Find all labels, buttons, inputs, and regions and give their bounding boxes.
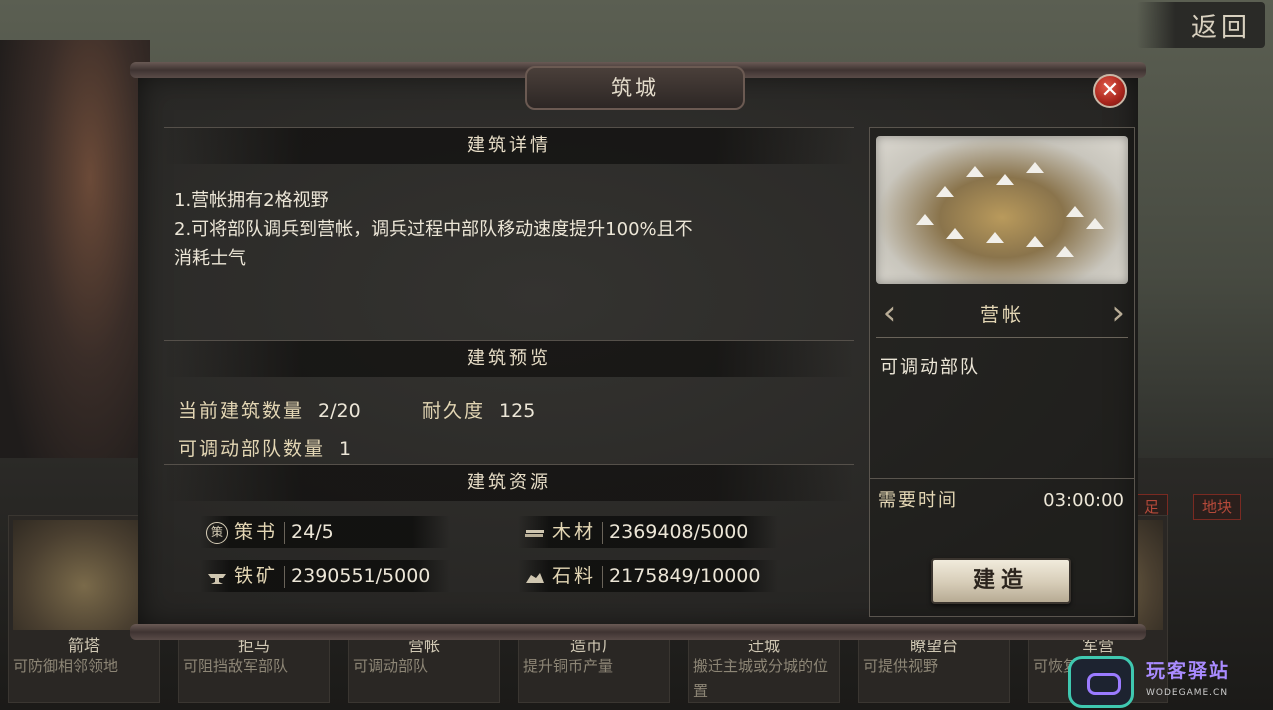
camp-building-image — [876, 136, 1128, 284]
section-title-details: 建筑详情 — [164, 127, 854, 164]
building-card-desc: 提升铜币产量 — [523, 657, 614, 675]
next-building-arrow-icon[interactable]: › — [1098, 293, 1128, 337]
resource-wood: 木材 2369408/5000 — [518, 516, 778, 548]
wood-icon — [524, 522, 546, 544]
build-time-row: 需要时间 03:00:00 — [870, 478, 1134, 523]
return-button[interactable]: 返回 — [1137, 2, 1265, 48]
resource-name: 石料 — [552, 565, 597, 587]
troops-stat: 可调动部队数量 1 — [178, 434, 351, 461]
construct-dialog: 建筑详情 1.营帐拥有2格视野 2.可将部队调兵到营帐，调兵过程中部队移动速度提… — [130, 62, 1146, 642]
watermark: 玩客驿站 WODEGAME.CN — [1066, 654, 1273, 710]
resource-name: 策书 — [234, 521, 279, 543]
building-card-desc: 可阻挡敌军部队 — [183, 657, 289, 675]
building-count-label: 当前建筑数量 — [178, 400, 305, 422]
build-time-label: 需要时间 — [878, 490, 958, 511]
stone-icon — [524, 566, 546, 588]
detail-line: 2.可将部队调兵到营帐，调兵过程中部队移动速度提升100%且不 — [174, 219, 693, 240]
building-count-value: 2/20 — [318, 400, 361, 422]
section-title-resources: 建筑资源 — [164, 464, 854, 501]
building-details-text: 1.营帐拥有2格视野 2.可将部队调兵到营帐，调兵过程中部队移动速度提升100%… — [174, 186, 854, 273]
general-portrait — [0, 40, 150, 500]
watermark-url: WODEGAME.CN — [1146, 688, 1229, 698]
dialog-panel: 建筑详情 1.营帐拥有2格视野 2.可将部队调兵到营帐，调兵过程中部队移动速度提… — [138, 74, 1138, 628]
building-card-desc: 搬迁主城或分城的位置 — [693, 657, 829, 700]
building-count-stat: 当前建筑数量 2/20 — [178, 396, 361, 423]
detail-line: 消耗士气 — [174, 248, 246, 269]
building-card-desc: 可调动部队 — [353, 657, 429, 675]
building-info-panel: ‹ 营帐 › 可调动部队 需要时间 03:00:00 建造 — [869, 127, 1135, 617]
durability-stat: 耐久度 125 — [422, 396, 535, 423]
resource-value: 24/5 — [291, 521, 334, 543]
watermark-name: 玩客驿站 — [1146, 660, 1231, 682]
resource-value: 2390551/5000 — [291, 565, 431, 587]
decree-icon: 策 — [206, 521, 228, 544]
resource-decree: 策策书 24/5 — [200, 516, 450, 548]
return-label: 返回 — [1190, 12, 1251, 43]
troops-label: 可调动部队数量 — [178, 438, 326, 460]
build-time-value: 03:00:00 — [1043, 490, 1124, 511]
resource-iron: 铁矿 2390551/5000 — [200, 560, 450, 592]
troops-value: 1 — [339, 438, 352, 460]
iron-icon — [206, 566, 228, 588]
resource-value: 2369408/5000 — [609, 521, 749, 543]
resource-stone: 石料 2175849/10000 — [518, 560, 778, 592]
building-name: 营帐 — [979, 304, 1024, 326]
detail-line: 1.营帐拥有2格视野 — [174, 190, 329, 211]
building-card-desc: 可防御相邻领地 — [13, 657, 119, 675]
durability-label: 耐久度 — [422, 400, 486, 422]
prev-building-arrow-icon[interactable]: ‹ — [876, 293, 906, 337]
building-name-selector: ‹ 营帐 › — [876, 293, 1128, 338]
building-card-desc: 可提供视野 — [863, 657, 939, 675]
building-description: 可调动部队 — [880, 357, 980, 378]
watermark-logo-icon — [1068, 656, 1134, 708]
resource-value: 2175849/10000 — [609, 565, 761, 587]
resource-name: 木材 — [552, 521, 597, 543]
tag-button[interactable]: 地块 — [1193, 494, 1242, 520]
section-title-preview: 建筑预览 — [164, 340, 854, 377]
dialog-title: 筑城 — [525, 66, 745, 110]
durability-value: 125 — [499, 400, 536, 422]
dialog-bottom-frame — [130, 624, 1146, 640]
close-icon[interactable]: ✕ — [1093, 74, 1127, 108]
build-button[interactable]: 建造 — [931, 558, 1071, 604]
resource-name: 铁矿 — [234, 565, 279, 587]
